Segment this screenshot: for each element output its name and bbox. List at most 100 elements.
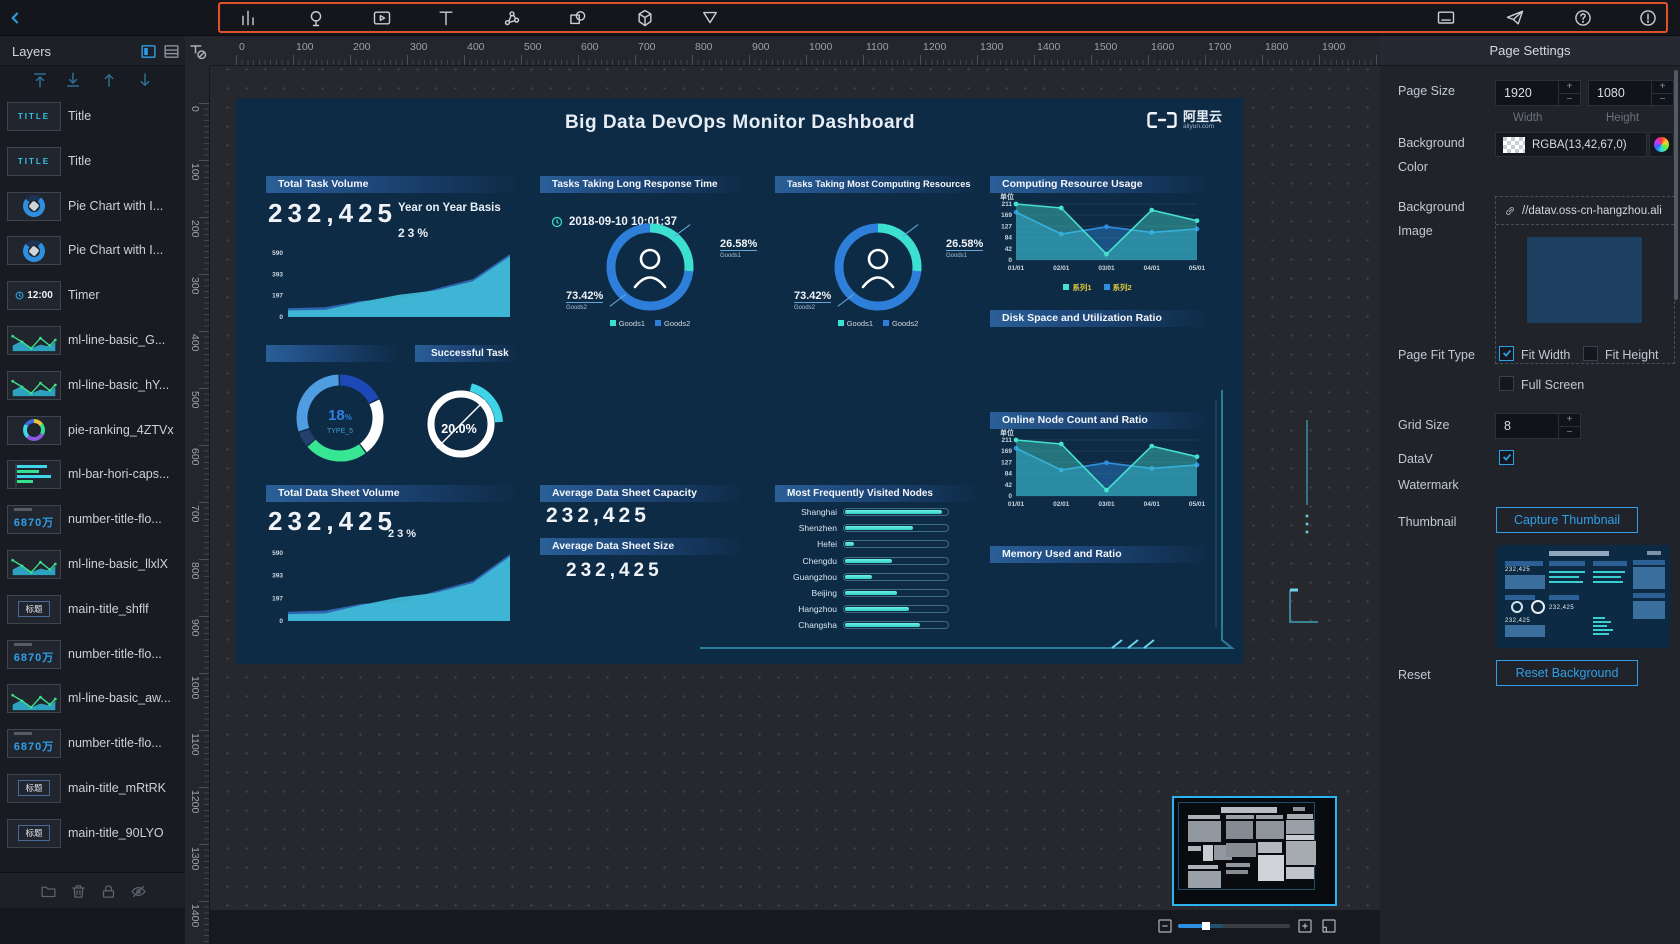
dashboard-artboard[interactable]: Big Data DevOps Monitor Dashboard 阿里云 al… [236,98,1244,664]
h-ruler-label: 500 [524,41,542,53]
minimap[interactable] [1172,796,1337,906]
aliyun-logo-subtext: aliyun.com [1183,123,1222,130]
back-icon[interactable] [6,8,26,28]
page-height-input[interactable]: 1080 +− [1588,80,1674,106]
node-bar-row: Chengdu [775,553,975,569]
trash-icon[interactable] [70,883,87,900]
donutB-slice1-value: 26.58% [946,238,983,251]
h-ruler-label: 1200 [923,41,946,53]
svg-text:0: 0 [1008,493,1012,500]
watermark-checkbox[interactable] [1499,450,1514,465]
layer-label: number-title-flo... [68,512,162,526]
thumbnail-preview[interactable]: 232,425232,425232,425 [1497,545,1670,648]
layer-item-14[interactable]: ml-line-basic_aw... [0,676,185,721]
info-icon[interactable] [1638,8,1658,28]
fit-height-checkbox[interactable] [1583,346,1598,361]
layer-item-1[interactable]: TITLETitle [0,94,185,139]
thumbnail-view-icon[interactable] [140,43,157,59]
bg-image-input[interactable]: //datav.oss-cn-hangzhou.ali [1495,196,1675,364]
map-icon[interactable] [306,8,326,28]
minimap-block [1256,815,1283,819]
v-ruler-label: 500 [189,391,201,409]
donutA-slice1-value: 26.58% [720,238,757,251]
zoom-in-button[interactable] [1297,918,1313,934]
layer-item-11[interactable]: ml-line-basic_llxlX [0,542,185,587]
shapes-icon[interactable] [568,8,588,28]
donutA-slice1-label: Goods1 [720,253,741,259]
eye-off-icon[interactable] [130,883,147,900]
move-down-icon[interactable] [136,71,154,89]
layer-item-10[interactable]: 6870万number-title-flo... [0,497,185,542]
width-stepper[interactable]: +− [1558,81,1580,105]
minimap-block [1188,815,1220,819]
node-bar-row: Hangzhou [775,601,975,617]
move-bottom-icon[interactable] [64,71,82,89]
relation-icon[interactable] [502,8,522,28]
funnel-icon[interactable] [700,8,720,28]
lock-icon[interactable] [100,883,117,900]
layer-item-5[interactable]: 12:00Timer [0,273,185,318]
layer-item-4[interactable]: Pie Chart with I... [0,228,185,273]
screen-icon[interactable] [1436,8,1456,28]
thumbnail-block [1593,576,1621,578]
capture-thumbnail-button[interactable]: Capture Thumbnail [1496,507,1638,533]
media-icon[interactable] [372,8,392,28]
panel-scrollbar[interactable] [1674,70,1678,300]
list-view-icon[interactable] [163,43,180,59]
minimap-block [1226,843,1256,857]
fit-screen-button[interactable] [1321,918,1337,934]
v-ruler-label: 400 [189,334,201,352]
thumbnail-block [1593,581,1623,583]
h-ruler-label: 0 [239,41,245,53]
thumbnail-block [1549,576,1579,578]
fit-width-checkbox[interactable] [1499,346,1514,361]
horizontal-ruler[interactable]: 0100200300400500600700800900100011001200… [210,36,1380,66]
move-up-icon[interactable] [100,71,118,89]
svg-text:01/01: 01/01 [1008,265,1025,272]
page-width-input[interactable]: 1920 +− [1495,80,1581,106]
layer-item-17[interactable]: 标题main-title_90LYO [0,811,185,856]
grid-size-input[interactable]: 8 +− [1495,413,1581,439]
zoom-slider-handle[interactable] [1202,922,1210,930]
text-icon[interactable] [436,8,456,28]
zoom-slider[interactable] [1178,924,1290,928]
layer-item-6[interactable]: ml-line-basic_G... [0,318,185,363]
publish-icon[interactable] [1505,8,1525,28]
full-screen-checkbox[interactable] [1499,376,1514,391]
layer-item-12[interactable]: 标题main-title_shflf [0,587,185,632]
layer-label: main-title_shflf [68,602,149,616]
help-icon[interactable] [1573,8,1593,28]
online-node-line-chart: 单位2111691278442001/0102/0103/0104/0105/0… [990,426,1205,516]
panel-header-memory-used: Memory Used and Ratio [990,546,1205,563]
minimap-block [1188,865,1218,869]
folder-icon[interactable] [40,883,57,900]
bg-image-url: //datav.oss-cn-hangzhou.ali [1522,205,1662,217]
guides-toggle[interactable] [185,36,210,66]
v-ruler-label: 1000 [189,676,201,699]
zoom-out-button[interactable] [1157,918,1173,934]
height-stepper[interactable]: +− [1651,81,1673,105]
layer-label: ml-line-basic_G... [68,333,165,347]
grid-size-stepper[interactable]: +− [1558,414,1580,438]
layer-item-2[interactable]: TITLETitle [0,139,185,184]
reset-background-button[interactable]: Reset Background [1496,660,1638,686]
layer-item-13[interactable]: 6870万number-title-flo... [0,632,185,677]
minimap-block [1287,814,1313,819]
layer-item-15[interactable]: 6870万number-title-flo... [0,721,185,766]
bg-color-input[interactable]: RGBA(13,42,67,0) [1495,132,1647,157]
move-top-icon[interactable] [31,71,49,89]
vertical-ruler[interactable]: 0100200300400500600700800900100011001200… [185,66,210,944]
layer-item-3[interactable]: Pie Chart with I... [0,184,185,229]
layer-item-9[interactable]: ml-bar-hori-caps... [0,452,185,497]
thumbnail-block [1593,633,1609,635]
svg-text:0: 0 [279,618,283,625]
layer-item-16[interactable]: 标题main-title_mRtRK [0,766,185,811]
bar-chart-icon[interactable] [238,8,258,28]
layer-item-7[interactable]: ml-line-basic_hY... [0,363,185,408]
editor-canvas[interactable]: Big Data DevOps Monitor Dashboard 阿里云 al… [210,66,1380,944]
color-picker-button[interactable] [1649,132,1674,157]
aliyun-logo: 阿里云 aliyun.com [1147,110,1222,130]
layer-item-8[interactable]: pie-ranking_4ZTVx [0,408,185,453]
cube-icon[interactable] [635,8,655,28]
svg-text:0: 0 [279,314,283,321]
